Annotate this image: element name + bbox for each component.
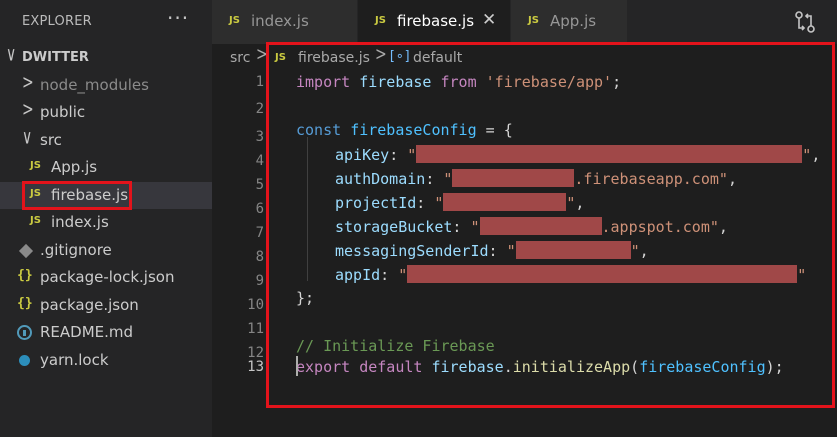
tree-item-public[interactable]: > public <box>0 99 212 126</box>
chevron-right-icon: > <box>22 71 34 95</box>
line-number: 4 <box>255 153 264 169</box>
close-icon[interactable]: ✕ <box>482 10 496 30</box>
tree-item-node-modules[interactable]: > node_modules <box>0 72 212 99</box>
line-number: 11 <box>247 321 264 337</box>
line-number: 10 <box>247 297 264 313</box>
line-number: 5 <box>255 177 264 193</box>
tree-label: DWITTER <box>22 50 89 65</box>
js-file-icon: JS <box>528 15 539 26</box>
js-file-icon: JS <box>375 15 386 26</box>
tree-label: public <box>40 103 86 121</box>
tree-root-dwitter[interactable]: ∨ DWITTER <box>0 44 212 71</box>
tree-label: index.js <box>51 213 109 231</box>
highlight-box-code <box>266 42 835 408</box>
ellipsis-icon[interactable]: ··· <box>167 6 189 30</box>
tree-item-gitignore[interactable]: .gitignore <box>0 237 212 264</box>
chevron-down-icon: ∨ <box>22 126 33 150</box>
yarn-icon <box>19 355 30 366</box>
explorer-header: EXPLORER ··· <box>0 0 212 44</box>
line-number: 3 <box>255 129 264 145</box>
js-file-icon: JS <box>30 160 41 171</box>
tab-app-js[interactable]: JS App.js <box>511 0 627 44</box>
tree-label: package-lock.json <box>40 268 175 286</box>
tab-label: App.js <box>550 12 597 30</box>
tree-item-readme[interactable]: README.md <box>0 319 212 346</box>
chevron-right-icon: > <box>22 98 34 122</box>
git-icon <box>18 243 34 259</box>
line-number: 2 <box>255 101 264 117</box>
tree-item-src[interactable]: ∨ src <box>0 127 212 154</box>
info-icon <box>17 325 32 340</box>
tab-label: firebase.js <box>397 12 475 30</box>
explorer-sidebar: EXPLORER ··· ∨ DWITTER > node_modules > … <box>0 0 212 437</box>
tree-label: README.md <box>40 323 134 341</box>
editor-tab-bar: JS index.js JS firebase.js ✕ JS App.js <box>212 0 837 44</box>
tree-item-package-json[interactable]: {} package.json <box>0 292 212 319</box>
tree-label: .gitignore <box>40 241 112 259</box>
line-number: 9 <box>255 273 264 289</box>
js-file-icon: JS <box>30 215 41 226</box>
tree-label: node_modules <box>40 76 149 94</box>
line-number: 1 <box>255 74 264 90</box>
explorer-title: EXPLORER <box>22 14 92 29</box>
tree-item-index-js[interactable]: JS index.js <box>0 209 212 236</box>
tab-firebase-js[interactable]: JS firebase.js ✕ <box>358 0 510 44</box>
json-file-icon: {} <box>17 268 33 283</box>
tree-item-yarn-lock[interactable]: yarn.lock <box>0 347 212 374</box>
tree-label: App.js <box>51 158 98 176</box>
breadcrumb-folder[interactable]: src <box>230 50 250 66</box>
line-number: 7 <box>255 225 264 241</box>
tree-item-package-lock-json[interactable]: {} package-lock.json <box>0 264 212 291</box>
line-number: 8 <box>255 249 264 265</box>
line-number: 6 <box>255 201 264 217</box>
open-changes-icon[interactable] <box>794 10 816 34</box>
tab-label: index.js <box>251 12 309 30</box>
js-file-icon: JS <box>229 15 240 26</box>
tree-label: src <box>40 131 62 149</box>
tree-label: yarn.lock <box>40 351 109 369</box>
chevron-down-icon: ∨ <box>6 43 17 67</box>
json-file-icon: {} <box>17 296 33 311</box>
tree-item-app-js[interactable]: JS App.js <box>0 154 212 181</box>
highlight-box-firebase-file <box>22 181 132 210</box>
tab-index-js[interactable]: JS index.js <box>212 0 357 44</box>
line-number-current: 13 <box>247 359 264 375</box>
tree-label: package.json <box>40 296 139 314</box>
